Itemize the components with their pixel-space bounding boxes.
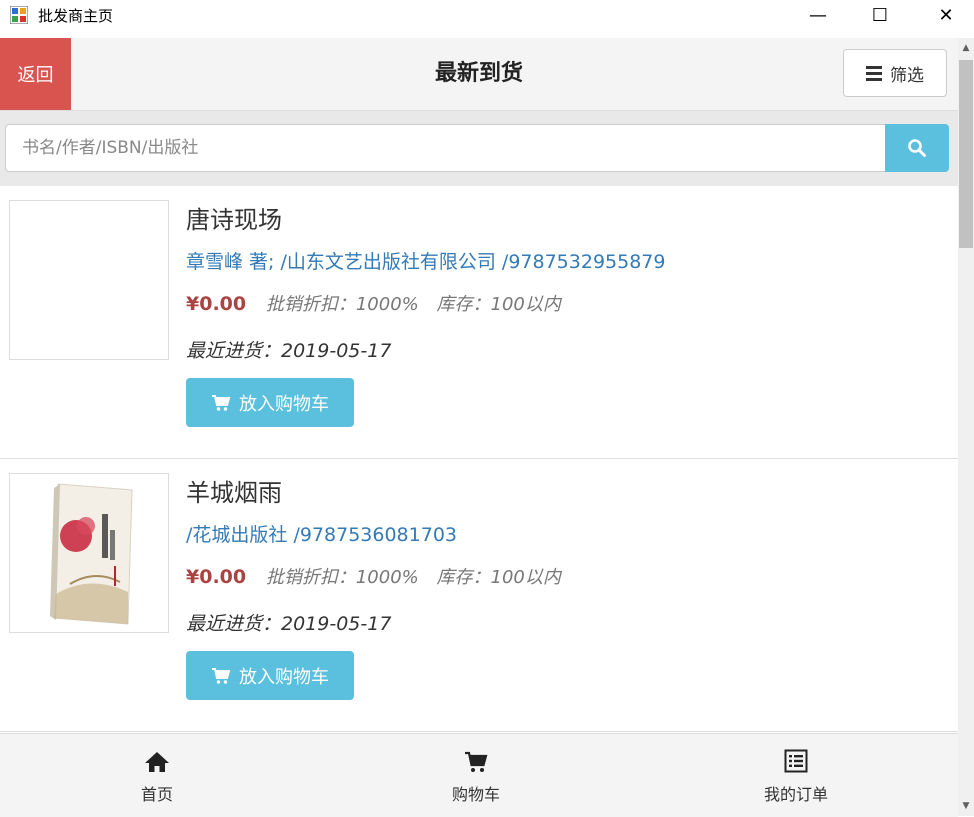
bars-icon <box>866 63 882 84</box>
book-stock: 库存：100以内 <box>436 294 561 315</box>
cart-icon <box>212 394 231 411</box>
price-row: ¥0.00 批销折扣：1000% 库存：100以内 <box>186 563 573 589</box>
book-cover <box>9 200 169 360</box>
cart-icon <box>464 747 488 773</box>
search-icon <box>908 139 926 157</box>
close-button[interactable]: ✕ <box>918 0 974 30</box>
book-meta-link[interactable]: /花城出版社 /9787536081703 <box>186 520 457 547</box>
nav-orders[interactable]: 我的订单 <box>746 734 846 817</box>
book-recent-stock-date: 最近进货：2019-05-17 <box>186 340 392 362</box>
list-icon <box>784 747 808 773</box>
book-discount: 批销折扣：1000% <box>265 294 419 315</box>
add-to-cart-label: 放入购物车 <box>239 666 329 688</box>
nav-home-label: 首页 <box>140 784 173 804</box>
book-price: ¥0.00 <box>186 566 247 588</box>
page-title: 最新到货 <box>434 61 523 86</box>
add-to-cart-button[interactable]: 放入购物车 <box>186 378 354 427</box>
filter-label: 筛选 <box>890 65 924 86</box>
search-button[interactable] <box>885 124 949 172</box>
book-title: 羊城烟雨 <box>186 479 282 507</box>
cart-icon <box>212 667 231 684</box>
home-icon <box>144 747 170 773</box>
book-price: ¥0.00 <box>186 293 247 315</box>
minimize-button[interactable]: — <box>790 0 846 30</box>
search-bar <box>0 111 958 186</box>
nav-cart-label: 购物车 <box>451 784 500 804</box>
window-title: 批发商主页 <box>38 7 114 25</box>
page-header: 返回 最新到货 筛选 <box>0 38 958 111</box>
list-item: 羊城烟雨 /花城出版社 /9787536081703 ¥0.00 批销折扣：10… <box>0 459 958 732</box>
price-row: ¥0.00 批销折扣：1000% 库存：100以内 <box>186 290 573 316</box>
book-discount: 批销折扣：1000% <box>265 567 419 588</box>
scroll-down-arrow-icon[interactable]: ▼ <box>958 798 974 814</box>
filter-button[interactable]: 筛选 <box>843 49 947 97</box>
book-stock: 库存：100以内 <box>436 567 561 588</box>
add-to-cart-label: 放入购物车 <box>239 393 329 415</box>
list-item: 唐诗现场 章雪峰 著; /山东文艺出版社有限公司 /9787532955879 … <box>0 186 958 459</box>
add-to-cart-button[interactable]: 放入购物车 <box>186 651 354 700</box>
book-cover-image <box>50 483 133 625</box>
nav-cart[interactable]: 购物车 <box>426 734 526 817</box>
back-button[interactable]: 返回 <box>0 38 71 110</box>
scroll-up-arrow-icon[interactable]: ▲ <box>958 40 974 56</box>
book-meta-link[interactable]: 章雪峰 著; /山东文艺出版社有限公司 /9787532955879 <box>186 247 665 274</box>
book-title: 唐诗现场 <box>186 206 282 234</box>
book-recent-stock-date: 最近进货：2019-05-17 <box>186 613 392 635</box>
vertical-scrollbar[interactable]: ▲ ▼ <box>958 38 974 816</box>
bottom-nav: 首页 购物车 我的订单 <box>0 733 958 817</box>
window-titlebar: 批发商主页 — ☐ ✕ <box>0 0 974 30</box>
scroll-thumb[interactable] <box>959 60 973 248</box>
book-list: 唐诗现场 章雪峰 著; /山东文艺出版社有限公司 /9787532955879 … <box>0 186 958 733</box>
search-input[interactable] <box>5 124 885 172</box>
nav-home[interactable]: 首页 <box>107 734 207 817</box>
book-cover <box>9 473 169 633</box>
maximize-button[interactable]: ☐ <box>852 0 908 30</box>
nav-orders-label: 我的订单 <box>763 784 828 804</box>
app-window-icon <box>10 6 28 24</box>
